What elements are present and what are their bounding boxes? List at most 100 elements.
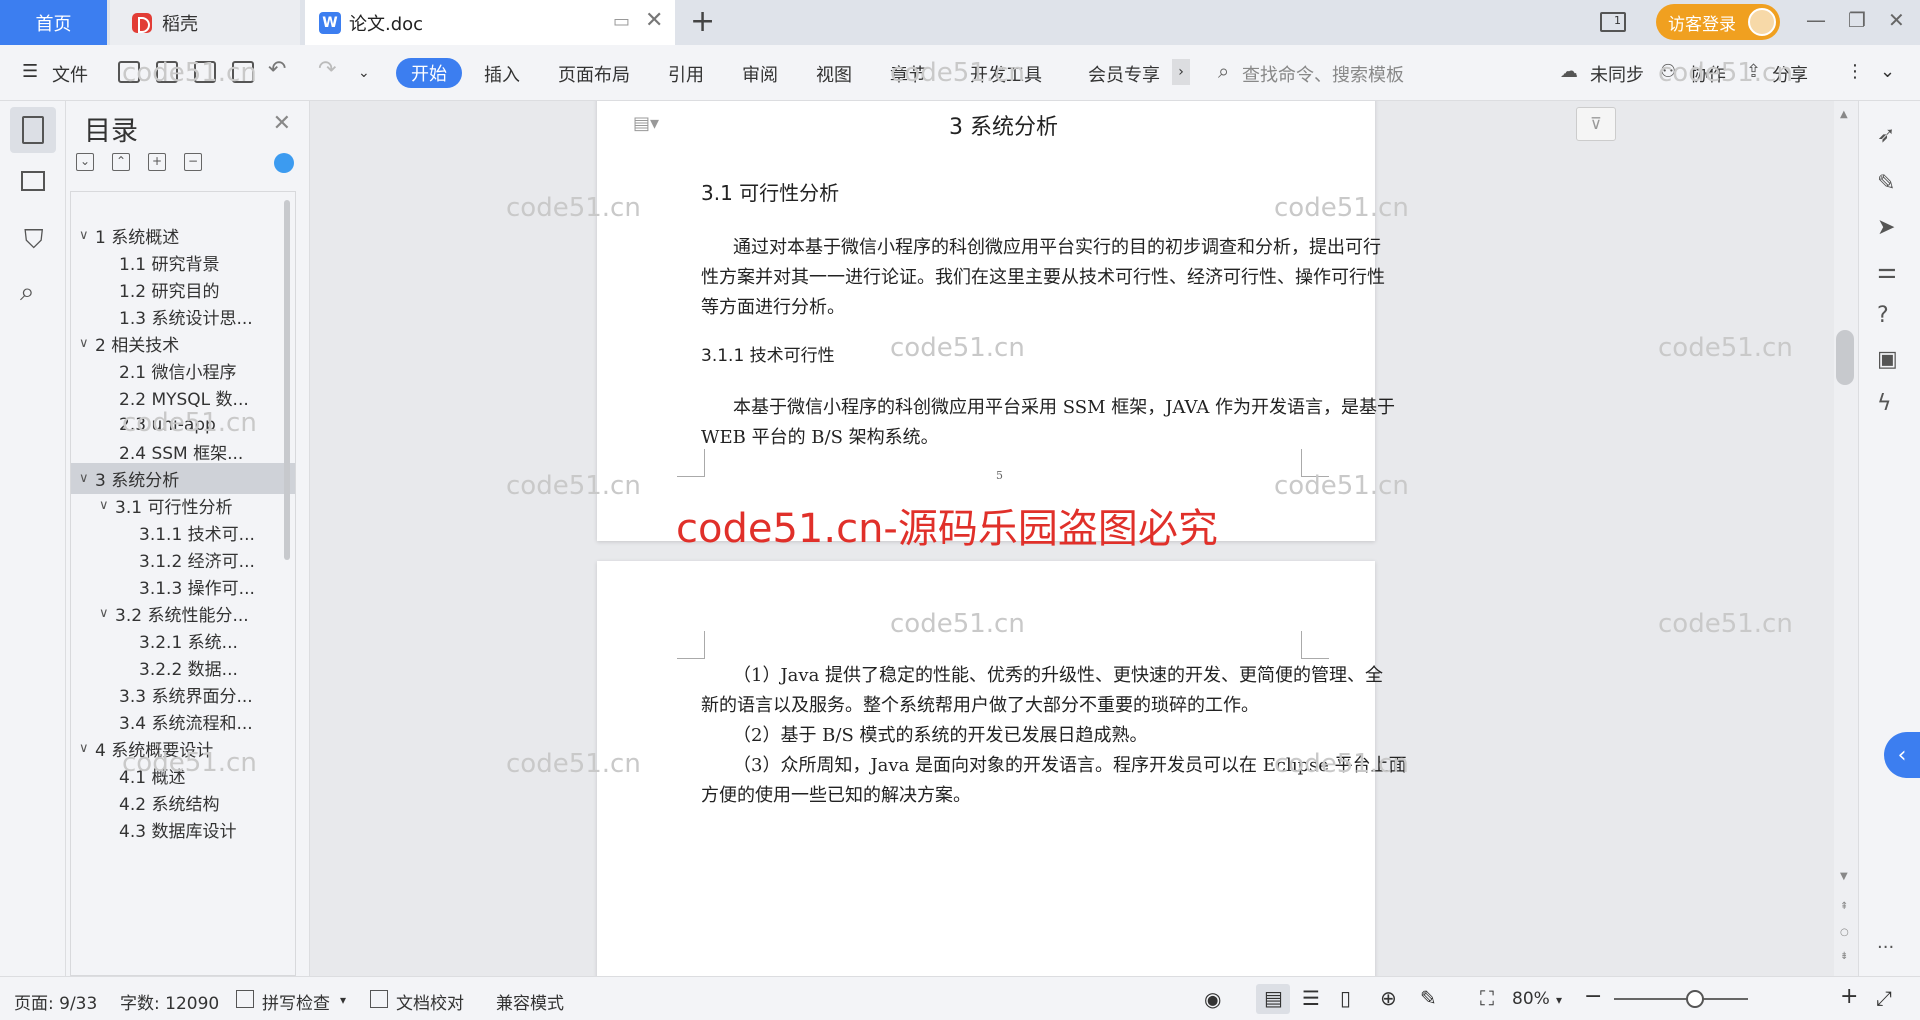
zoom-dropdown-icon[interactable]: ▾ <box>1556 993 1562 1007</box>
settings-sliders-icon[interactable]: ⚌ <box>1877 259 1903 285</box>
scrollbar-thumb[interactable] <box>1836 330 1854 385</box>
next-page-icon[interactable]: ⇟ <box>1840 951 1848 962</box>
zoom-level[interactable]: 80% <box>1512 989 1550 1009</box>
tab-daoke[interactable]: 稻壳 <box>110 0 300 45</box>
tab-document[interactable]: W 论文.doc ▭ ✕ <box>305 0 675 45</box>
zoom-in-icon[interactable]: + <box>1840 984 1858 1009</box>
tab-references[interactable]: 引用 <box>668 61 704 87</box>
add-heading-icon[interactable]: + <box>148 153 166 171</box>
tab-insert[interactable]: 插入 <box>484 61 520 87</box>
tab-daoke-label: 稻壳 <box>162 13 198 35</box>
tab-view[interactable]: 视图 <box>816 61 852 87</box>
undo-icon[interactable]: ↶ <box>268 57 286 82</box>
page[interactable]: ▤▾ 3 系统分析 3.1 可行性分析 通过对本基于微信小程序的科创微应用平台实… <box>597 101 1395 541</box>
scroll-down-icon[interactable]: ▼ <box>1840 871 1848 882</box>
tab-member[interactable]: 会员专享 <box>1088 61 1160 87</box>
paragraph-line: 本基于微信小程序的科创微应用平台采用 SSM 框架，JAVA 作为开发语言，是基… <box>733 397 1396 418</box>
watermark: code51.cn <box>1658 609 1793 639</box>
guest-login-button[interactable]: 访客登录 <box>1656 4 1780 40</box>
chevron-down-icon[interactable]: ∨ <box>79 336 95 351</box>
tab-review[interactable]: 审阅 <box>742 61 778 87</box>
write-view-icon[interactable]: ✎ <box>1420 986 1437 1010</box>
tab-page-layout[interactable]: 页面布局 <box>558 61 630 87</box>
file-menu[interactable]: 文件 <box>52 61 88 87</box>
find-icon[interactable]: ⌕ <box>20 277 48 307</box>
watermark: code51.cn <box>506 749 641 779</box>
more-options-icon[interactable]: ⋮ <box>1846 61 1864 82</box>
toc-item-label: 3.1.2 经济可... <box>139 552 255 572</box>
navigation-icon[interactable] <box>21 171 45 191</box>
chevron-down-icon[interactable]: ∨ <box>79 228 95 243</box>
toc-list: ∨ 1 系统概述 1.1 研究背景 1.2 研究目的 1.3 系统设计思... ∨ 2 相关… <box>70 191 296 976</box>
minimize-icon[interactable]: — <box>1806 8 1826 32</box>
toc-item-label: 2.1 微信小程序 <box>119 363 237 383</box>
fit-page-icon[interactable]: ⛶ <box>1480 986 1494 1010</box>
web-view-icon[interactable]: ⊕ <box>1380 986 1397 1010</box>
toc-panel-icon[interactable] <box>22 116 44 144</box>
toc-item[interactable]: 4.3 数据库设计 <box>71 814 295 845</box>
paragraph-line: 新的语言以及服务。整个系统帮用户做了大部分不重要的琐碎的工作。 <box>701 695 1259 716</box>
spellcheck-dropdown-icon[interactable]: ▾ <box>340 993 346 1007</box>
chevron-down-icon[interactable]: ∨ <box>79 741 95 756</box>
tab-home[interactable]: 首页 <box>0 0 107 45</box>
bookmark-icon[interactable]: ⛉ <box>24 225 52 255</box>
word-count[interactable]: 字数: 12090 <box>120 989 219 1014</box>
big-watermark: code51.cn-源码乐园盗图必究 <box>676 506 1218 552</box>
fullscreen-icon[interactable]: ⤢ <box>1876 986 1892 1010</box>
page-options-icon[interactable]: ▤▾ <box>633 113 659 134</box>
pen-icon[interactable]: ✎ <box>1877 171 1903 197</box>
paragraph-line: 性方案并对其一一进行论证。我们在这里主要从技术可行性、经济可行性、操作可行性 <box>701 267 1385 288</box>
toc-assistant-icon[interactable] <box>274 153 294 173</box>
eye-protection-icon[interactable]: ◉ <box>1204 987 1221 1011</box>
command-search-input[interactable]: 查找命令、搜索模板 <box>1242 61 1404 87</box>
rocket-icon[interactable]: ➶ <box>1877 123 1903 149</box>
watermark: code51.cn <box>122 58 257 88</box>
status-bar: 页面: 9/33 字数: 12090 拼写检查 ▾ 文档校对 兼容模式 ◉ ▤ … <box>0 976 1920 1020</box>
chevron-down-icon[interactable]: ∨ <box>99 498 115 513</box>
close-window-icon[interactable]: ✕ <box>1888 8 1905 32</box>
select-browse-icon[interactable]: ○ <box>1840 927 1849 938</box>
close-toc-icon[interactable]: ✕ <box>273 111 291 136</box>
more-tabs-icon[interactable]: › <box>1172 59 1190 85</box>
outline-view-icon[interactable]: ☰ <box>1302 986 1320 1010</box>
restore-icon[interactable]: ❐ <box>1848 8 1866 32</box>
lightning-icon[interactable]: ϟ <box>1877 391 1903 417</box>
paragraph-line: （1）Java 提供了稳定的性能、优秀的升级性、更快速的开发、更简便的管理、全 <box>733 665 1384 686</box>
prev-page-icon[interactable]: ⇞ <box>1840 901 1848 912</box>
tab-start[interactable]: 开始 <box>396 58 462 88</box>
tab-count-icon[interactable]: 1 <box>1600 12 1626 32</box>
new-tab-button[interactable]: + <box>690 5 715 39</box>
toc-item-label: 3 系统分析 <box>95 471 180 491</box>
expand-all-icon[interactable]: ⌄ <box>76 153 94 171</box>
collapse-ribbon-icon[interactable]: ⌄ <box>1880 61 1895 82</box>
monitor-icon[interactable]: ▭ <box>613 11 630 32</box>
page-view-icon[interactable]: ▤ <box>1264 986 1283 1010</box>
proofread-button[interactable]: 文档校对 <box>396 989 464 1014</box>
paragraph-line: 通过对本基于微信小程序的科创微应用平台实行的目的初步调查和分析，提出可行 <box>733 237 1381 258</box>
toc-scrollbar[interactable] <box>284 200 290 560</box>
toc-item-label: 4.2 系统结构 <box>119 795 220 815</box>
zoom-slider[interactable] <box>1614 998 1748 1000</box>
watermark: code51.cn <box>890 333 1025 363</box>
quick-access-dropdown-icon[interactable]: ⌄ <box>358 65 370 81</box>
document-scrollbar[interactable]: ▲ ▼ ⇞ ○ ⇟ <box>1834 101 1858 976</box>
zoom-slider-knob[interactable] <box>1686 990 1704 1008</box>
scroll-top-icon[interactable]: ▲ <box>1840 109 1848 120</box>
sync-status[interactable]: 未同步 <box>1590 61 1644 87</box>
page-indicator[interactable]: 页面: 9/33 <box>14 989 97 1014</box>
collapse-all-icon[interactable]: ⌃ <box>112 153 130 171</box>
zoom-out-icon[interactable]: − <box>1584 984 1602 1009</box>
image-tool-icon[interactable]: ▣ <box>1877 347 1903 373</box>
redo-icon[interactable]: ↷ <box>318 57 336 82</box>
spellcheck-button[interactable]: 拼写检查 <box>262 989 330 1014</box>
help-icon[interactable]: ? <box>1877 303 1903 329</box>
chevron-down-icon[interactable]: ∨ <box>99 606 115 621</box>
chevron-down-icon[interactable]: ∨ <box>79 471 95 486</box>
close-tab-icon[interactable]: ✕ <box>645 8 663 33</box>
format-marks-icon[interactable]: ⊽ <box>1576 107 1616 141</box>
menu-icon[interactable]: ☰ <box>22 61 38 82</box>
more-tools-icon[interactable]: ··· <box>1877 937 1903 963</box>
cursor-icon[interactable]: ➤ <box>1877 215 1903 241</box>
remove-heading-icon[interactable]: − <box>184 153 202 171</box>
reading-view-icon[interactable]: ▯ <box>1340 986 1351 1010</box>
